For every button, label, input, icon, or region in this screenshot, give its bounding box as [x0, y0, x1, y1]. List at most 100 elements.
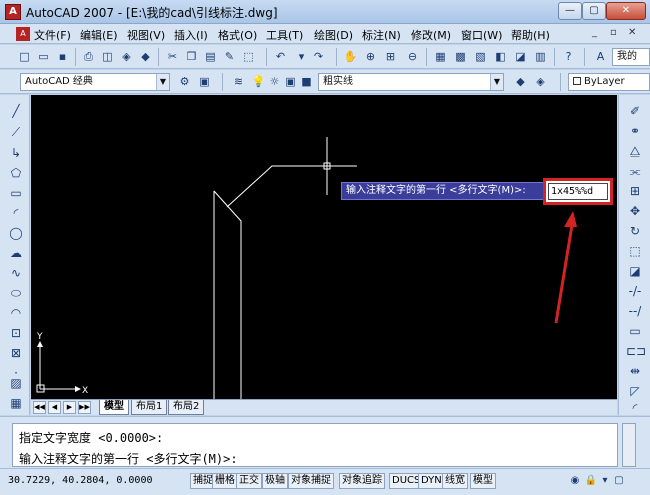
command-history[interactable]: 指定文字宽度 <0.0000>: 输入注释文字的第一行 <多行文字(M)>: [12, 423, 618, 467]
pan-icon[interactable]: ✋ [342, 48, 359, 65]
save-icon[interactable]: ▪ [54, 48, 71, 65]
block-editor-icon[interactable]: ⬚ [240, 48, 257, 65]
menu-insert[interactable]: 插入(I) [174, 27, 208, 43]
ortho-button[interactable]: 正交 [236, 473, 262, 489]
construction-line-icon[interactable]: ⟋ [7, 124, 25, 141]
plot-preview-icon[interactable]: ◫ [99, 48, 116, 65]
polygon-icon[interactable]: ⬠ [7, 165, 25, 182]
tab-first-icon[interactable]: ◀◀ [33, 401, 46, 414]
maximize-button[interactable]: ▢ [582, 2, 606, 20]
menu-tools[interactable]: 工具(T) [266, 27, 303, 43]
clean-screen-icon[interactable]: ▢ [612, 474, 626, 488]
circle-icon[interactable]: ◯ [7, 225, 25, 242]
trim-icon[interactable]: -/- [626, 283, 644, 300]
array-icon[interactable]: ⊞ [626, 183, 644, 200]
ellipse-arc-icon[interactable]: ◠ [7, 305, 25, 322]
chevron-down-icon[interactable]: ▼ [156, 74, 169, 90]
menu-window[interactable]: 窗口(W) [461, 27, 502, 43]
undo-icon[interactable]: ↶ [272, 48, 289, 65]
text-style-combo[interactable]: 我的 [612, 48, 650, 66]
workspace-combo[interactable]: AutoCAD 经典 ▼ [20, 73, 170, 91]
dyn-button[interactable]: DYN [418, 473, 445, 489]
doc-restore-icon[interactable]: ▫ [610, 27, 617, 38]
publish-icon[interactable]: ◈ [118, 48, 135, 65]
tab-model[interactable]: 模型 [99, 400, 129, 415]
command-scrollbar[interactable] [622, 423, 636, 467]
tool-palettes-icon[interactable]: ▧ [472, 48, 489, 65]
model-button[interactable]: 模型 [470, 473, 496, 489]
markup-icon[interactable]: ◪ [512, 48, 529, 65]
grid-button[interactable]: 栅格 [212, 473, 238, 489]
new-icon[interactable]: □ [16, 48, 33, 65]
extend-icon[interactable]: --/ [626, 303, 644, 320]
stretch-icon[interactable]: ◪ [626, 263, 644, 280]
polar-button[interactable]: 极轴 [262, 473, 288, 489]
tab-layout2[interactable]: 布局2 [168, 400, 205, 415]
menu-help[interactable]: 帮助(H) [511, 27, 550, 43]
layer-previous-icon[interactable]: ◈ [532, 73, 549, 90]
coordinate-readout[interactable]: 30.7229, 40.2804, 0.0000 [8, 475, 188, 490]
erase-icon[interactable]: ✐ [626, 103, 644, 120]
copy-icon[interactable]: ❐ [183, 48, 200, 65]
make-layer-current-icon[interactable]: ◆ [512, 73, 529, 90]
open-icon[interactable]: ▭ [35, 48, 52, 65]
hatch-icon[interactable]: ▨ [7, 375, 25, 392]
help-icon[interactable]: ? [560, 48, 577, 65]
scale-icon[interactable]: ⬚ [626, 243, 644, 260]
paste-icon[interactable]: ▤ [202, 48, 219, 65]
menu-draw[interactable]: 绘图(D) [314, 27, 353, 43]
drawing-canvas[interactable]: X Y 输入注释文字的第一行 <多行文字(M)>: 1x45%%d [31, 95, 617, 399]
calculator-icon[interactable]: ▥ [532, 48, 549, 65]
polyline-icon[interactable]: ↳ [7, 145, 25, 162]
chamfer-icon[interactable]: ◸ [626, 383, 644, 400]
join-icon[interactable]: ⇹ [626, 363, 644, 380]
mirror-icon[interactable]: ⧋ [626, 143, 644, 160]
move-icon[interactable]: ✥ [626, 203, 644, 220]
fillet-icon[interactable]: ◜ [626, 400, 644, 417]
sheet-set-icon[interactable]: ◧ [492, 48, 509, 65]
cut-icon[interactable]: ✂ [164, 48, 181, 65]
menu-file[interactable]: 文件(F) [34, 27, 71, 43]
undo-dropdown-icon[interactable]: ▾ [293, 48, 310, 65]
dynamic-input-field[interactable]: 1x45%%d [548, 183, 608, 200]
chevron-down-icon[interactable]: ▼ [490, 74, 503, 90]
print-icon[interactable]: ⎙ [80, 48, 97, 65]
insert-block-icon[interactable]: ⊡ [7, 325, 25, 342]
text-style-icon[interactable]: A [592, 48, 609, 65]
zoom-realtime-icon[interactable]: ⊕ [362, 48, 379, 65]
status-menu-icon[interactable]: ▾ [598, 474, 612, 488]
tab-prev-icon[interactable]: ◀ [48, 401, 61, 414]
properties-icon[interactable]: ▦ [432, 48, 449, 65]
otrack-button[interactable]: 对象追踪 [339, 473, 385, 489]
tab-layout1[interactable]: 布局1 [131, 400, 168, 415]
workspace-settings-icon[interactable]: ⚙ [176, 73, 193, 90]
lock-toolbars-icon[interactable]: 🔒 [584, 474, 598, 488]
layer-combo[interactable]: 粗实线 ▼ [318, 73, 504, 91]
color-combo[interactable]: ByLayer [568, 73, 650, 91]
close-button[interactable]: ✕ [606, 2, 646, 20]
save-workspace-icon[interactable]: ▣ [196, 73, 213, 90]
tab-next-icon[interactable]: ▶ [63, 401, 76, 414]
menu-format[interactable]: 格式(O) [218, 27, 257, 43]
zoom-window-icon[interactable]: ⊞ [382, 48, 399, 65]
redo-icon[interactable]: ↷ [310, 48, 327, 65]
copy-object-icon[interactable]: ⚭ [626, 123, 644, 140]
revision-cloud-icon[interactable]: ☁ [7, 245, 25, 262]
gradient-icon[interactable]: ▦ [7, 395, 25, 412]
match-properties-icon[interactable]: ✎ [221, 48, 238, 65]
color-swatch-icon[interactable]: ■ [298, 73, 315, 90]
osnap-button[interactable]: 对象捕捉 [288, 473, 334, 489]
autocad-app-icon[interactable]: A [5, 4, 21, 20]
lock-icon[interactable]: ▣ [282, 73, 299, 90]
menu-edit[interactable]: 编辑(E) [80, 27, 118, 43]
break-at-point-icon[interactable]: ⊏⊐ [626, 343, 646, 360]
arc-icon[interactable]: ◜ [7, 205, 25, 222]
document-icon[interactable]: A [16, 27, 30, 41]
break-icon[interactable]: ▭ [626, 323, 644, 340]
menu-modify[interactable]: 修改(M) [411, 27, 451, 43]
tab-last-icon[interactable]: ▶▶ [78, 401, 91, 414]
lightbulb-icon[interactable]: 💡 [250, 73, 267, 90]
menu-dimension[interactable]: 标注(N) [362, 27, 401, 43]
minimize-button[interactable]: — [558, 2, 582, 20]
spline-icon[interactable]: ∿ [7, 265, 25, 282]
